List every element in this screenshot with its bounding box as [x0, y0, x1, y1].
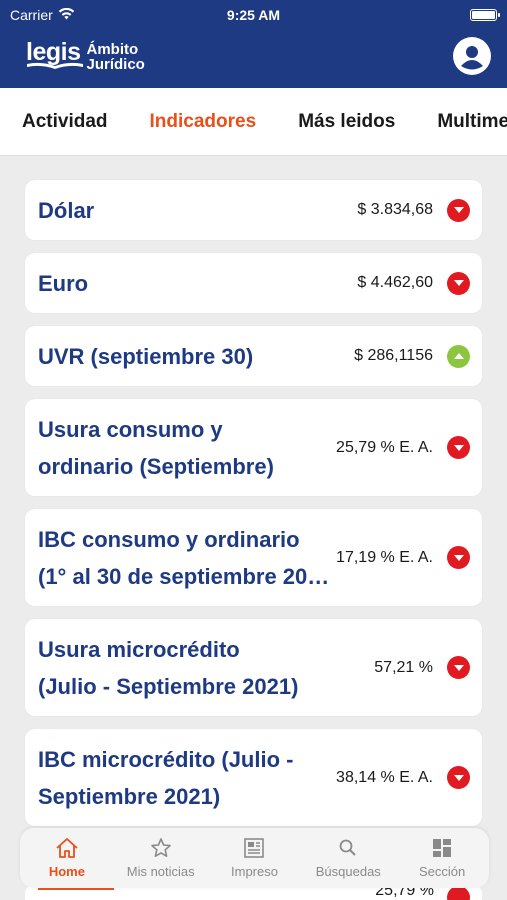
logo-sub-line1: Ámbito [86, 41, 139, 58]
grid-icon [433, 839, 452, 857]
tabbar-seccion[interactable]: Sección [395, 828, 489, 888]
tabbar-label: Sección [418, 864, 466, 879]
tabbar-impreso[interactable]: Impreso [208, 828, 302, 888]
indicator-card[interactable]: UVR (septiembre 30) $ 286,1156 [25, 326, 482, 386]
indicator-card[interactable]: Dólar $ 3.834,68 [25, 180, 482, 240]
trend-down-icon [447, 271, 470, 295]
app-logo: legis Ámbito Jurídico [26, 40, 145, 73]
star-icon [150, 838, 171, 857]
trend-down-icon [447, 886, 470, 900]
tabbar-busquedas[interactable]: Búsquedas [301, 828, 395, 888]
top-bar: Carrier 9:25 AM legis Ámbito Jurídico [0, 0, 507, 88]
indicator-value: 57,21 % [374, 658, 433, 676]
logo-sub-line2: Jurídico [86, 56, 145, 73]
tab-multimedia[interactable]: Multimedia [437, 111, 507, 133]
newspaper-icon [244, 838, 265, 858]
indicator-name: Usura consumo y ordinario (Septiembre) [38, 416, 274, 479]
clock: 9:25 AM [226, 7, 281, 23]
indicator-value: 25,79 % E. A. [336, 438, 433, 456]
indicator-value: 38,14 % E. A. [336, 768, 433, 786]
tabbar-label: Búsquedas [315, 864, 381, 879]
tabbar-label: Impreso [231, 864, 278, 879]
indicators-list: Dólar $ 3.834,68 Euro $ 4.462,60 UVR (se… [0, 156, 507, 826]
app-header: legis Ámbito Jurídico [0, 30, 507, 88]
indicator-value: $ 4.462,60 [357, 274, 433, 291]
trend-down-icon [447, 656, 470, 679]
indicator-name: IBC microcrédito (Julio - Septiembre 2021… [38, 746, 294, 809]
indicator-name: Euro [38, 270, 89, 296]
indicator-card[interactable]: IBC consumo y ordinario (1° al 30 de sept… [25, 509, 482, 606]
battery-icon [470, 9, 500, 21]
indicator-value: $ 286,1156 [354, 347, 433, 364]
profile-button[interactable] [453, 37, 491, 75]
indicator-card[interactable]: Usura consumo y ordinario (Septiembre) 25… [25, 399, 482, 496]
trend-down-icon [447, 546, 470, 569]
tabbar-home[interactable]: Home [20, 828, 114, 890]
indicator-name: IBC consumo y ordinario (1° al 30 de sept… [38, 526, 337, 589]
tabbar-label: Home [48, 864, 85, 879]
tabbar-mis-noticias[interactable]: Mis noticias [114, 828, 208, 888]
indicator-name: Dólar [38, 197, 95, 223]
tab-indicadores[interactable]: Indicadores [150, 111, 257, 133]
category-tabs: Actividad Indicadores Más leidos Multime… [0, 88, 507, 156]
tabbar-label: Mis noticias [126, 864, 195, 879]
indicator-card[interactable]: Usura microcrédito (Julio - Septiembre 20… [25, 619, 482, 716]
trend-up-icon [447, 344, 470, 368]
trend-down-icon [447, 766, 470, 789]
trend-down-icon [447, 436, 470, 459]
indicator-card[interactable]: IBC microcrédito (Julio - Septiembre 2021… [25, 729, 482, 826]
indicator-card[interactable]: Euro $ 4.462,60 [25, 253, 482, 313]
status-bar: Carrier 9:25 AM [0, 0, 507, 30]
tab-actividad[interactable]: Actividad [22, 111, 108, 133]
indicator-name: UVR (septiembre 30) [38, 343, 254, 369]
home-icon [56, 838, 78, 858]
trend-down-icon [447, 198, 470, 222]
bottom-tab-bar: Home Mis noticias Impreso Búsquedas Secc… [20, 828, 489, 890]
indicator-value: $ 3.834,68 [357, 201, 433, 218]
book-icon [27, 62, 83, 69]
carrier-label: Carrier [10, 7, 53, 23]
tab-mas-leidos[interactable]: Más leidos [298, 111, 395, 133]
indicator-name: Usura microcrédito (Julio - Septiembre 20… [38, 636, 299, 699]
indicator-value: 17,19 % E. A. [336, 548, 433, 566]
wifi-icon [58, 7, 75, 23]
user-icon [455, 39, 489, 73]
search-icon [339, 839, 356, 856]
